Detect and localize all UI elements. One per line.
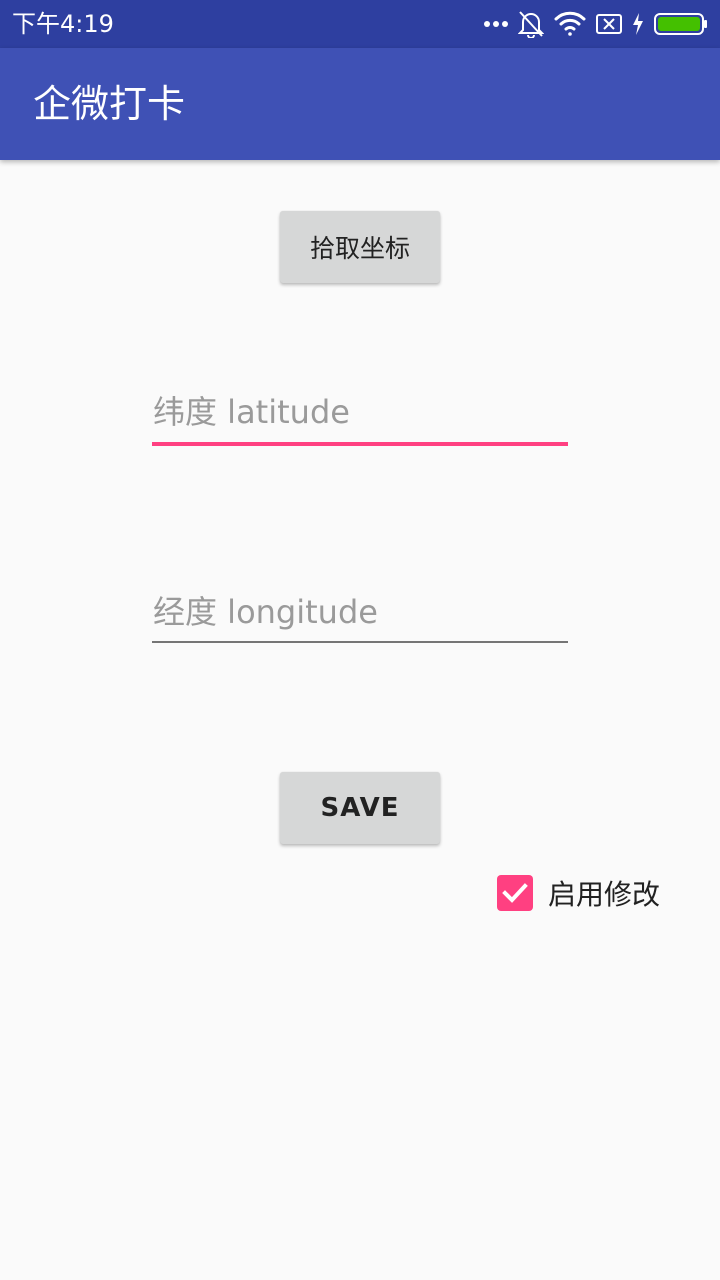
more-dots-icon: [484, 20, 508, 28]
battery-icon: [654, 12, 708, 36]
longitude-input[interactable]: [152, 584, 568, 640]
checkbox-checked-icon[interactable]: [497, 875, 533, 911]
status-bar: 下午4:19: [0, 0, 720, 48]
latitude-input[interactable]: [152, 384, 568, 440]
app-title: 企微打卡: [33, 82, 186, 126]
pick-coordinates-button[interactable]: 拾取坐标: [280, 211, 440, 283]
notifications-off-icon: [518, 10, 544, 38]
latitude-underline: [152, 442, 568, 446]
sim-disabled-icon: [596, 13, 622, 35]
longitude-field: [152, 584, 568, 644]
app-bar: 企微打卡: [0, 48, 720, 160]
latitude-field: [152, 384, 568, 446]
wifi-icon: [554, 11, 586, 37]
charging-bolt-icon: [632, 13, 644, 35]
longitude-underline: [152, 641, 568, 643]
checkbox-label: 启用修改: [548, 878, 661, 911]
save-button[interactable]: SAVE: [280, 772, 440, 844]
enable-modification-checkbox[interactable]: 启用修改: [497, 874, 660, 912]
status-time: 下午4:19: [12, 10, 114, 38]
status-icons: [484, 8, 708, 40]
